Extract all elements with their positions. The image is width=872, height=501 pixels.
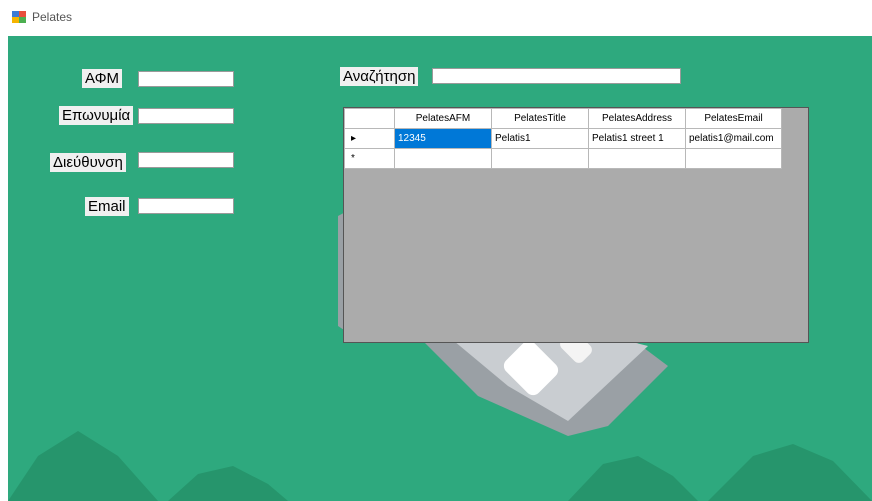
eponymia-label: Επωνυμία bbox=[59, 106, 134, 125]
column-header-pelatesafm[interactable]: PelatesAFM bbox=[394, 108, 492, 129]
window-title: Pelates bbox=[32, 10, 73, 24]
column-header-pelatesemail[interactable]: PelatesEmail bbox=[685, 108, 782, 129]
cell-address[interactable]: Pelatis1 street 1 bbox=[588, 128, 686, 149]
current-row-indicator-icon[interactable]: ▸ bbox=[344, 128, 395, 149]
new-row-indicator-icon[interactable]: * bbox=[344, 148, 395, 169]
email-input[interactable] bbox=[138, 198, 234, 214]
dieuthynsi-input[interactable] bbox=[138, 152, 234, 168]
column-header-pelatesaddress[interactable]: PelatesAddress bbox=[588, 108, 686, 129]
dieuthynsi-label: Διεύθυνση bbox=[50, 153, 126, 172]
column-header-pelatestitle[interactable]: PelatesTitle bbox=[491, 108, 589, 129]
cell-email[interactable]: pelatis1@mail.com bbox=[685, 128, 782, 149]
search-input[interactable] bbox=[432, 68, 681, 84]
table-row[interactable]: ▸ 12345 Pelatis1 Pelatis1 street 1 pelat… bbox=[344, 128, 782, 149]
new-row[interactable]: * bbox=[344, 148, 782, 169]
grid-header-row: PelatesAFM PelatesTitle PelatesAddress P… bbox=[344, 108, 782, 129]
grid-corner-header bbox=[344, 108, 395, 129]
cell-address[interactable] bbox=[588, 148, 686, 169]
search-label: Αναζήτηση bbox=[340, 67, 419, 86]
email-label: Email bbox=[85, 197, 129, 216]
form-client-area: ΑΦΜ Επωνυμία Διεύθυνση Email Αναζήτηση P… bbox=[8, 36, 872, 501]
cell-email[interactable] bbox=[685, 148, 782, 169]
afm-label: ΑΦΜ bbox=[82, 69, 123, 88]
customers-grid[interactable]: PelatesAFM PelatesTitle PelatesAddress P… bbox=[343, 107, 809, 343]
app-window-icon bbox=[12, 11, 26, 23]
cell-afm[interactable] bbox=[394, 148, 492, 169]
cell-afm[interactable]: 12345 bbox=[394, 128, 492, 149]
cell-title[interactable]: Pelatis1 bbox=[491, 128, 589, 149]
title-bar: Pelates bbox=[0, 0, 872, 36]
afm-input[interactable] bbox=[138, 71, 234, 87]
eponymia-input[interactable] bbox=[138, 108, 234, 124]
cell-title[interactable] bbox=[491, 148, 589, 169]
